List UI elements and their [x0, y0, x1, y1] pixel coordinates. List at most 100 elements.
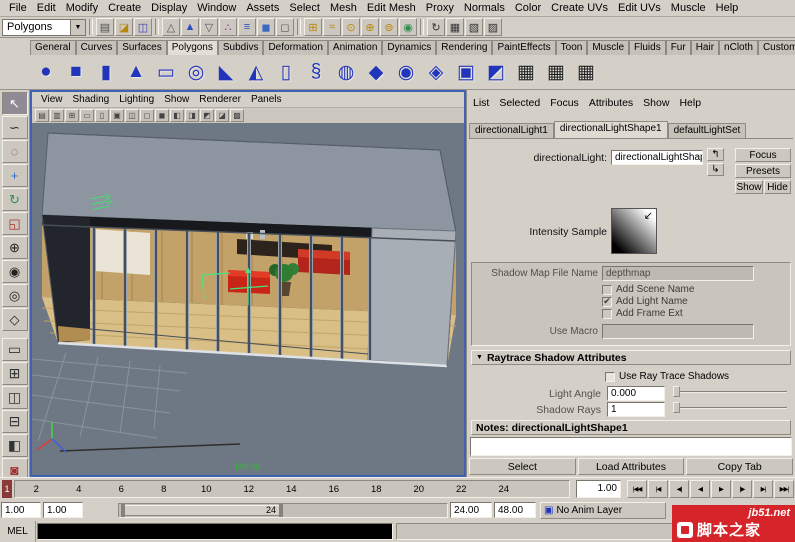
two-pane-side-layout-icon[interactable]: ◫ — [2, 386, 28, 409]
menubar-item[interactable]: Color — [510, 1, 546, 15]
split-polygon-icon[interactable]: ◩ — [482, 58, 510, 86]
two-pane-stacked-layout-icon[interactable]: ⊟ — [2, 410, 28, 433]
snap-point-icon[interactable]: ⊙ — [342, 18, 360, 36]
snap-grid-icon[interactable]: ⊞ — [304, 18, 322, 36]
play-backward-button[interactable]: ◀ — [690, 480, 710, 498]
attribute-editor-menu-item[interactable]: Selected — [499, 97, 550, 109]
shelf-tab[interactable]: Muscle — [587, 40, 629, 55]
shadow-rays-slider[interactable] — [673, 402, 787, 414]
menubar-item[interactable]: Proxy — [421, 1, 459, 15]
command-input[interactable] — [37, 523, 393, 540]
raytrace-section-header[interactable]: ▼ Raytrace Shadow Attributes — [471, 350, 791, 365]
add-light-name-checkbox[interactable]: ✔ Add Light Name — [602, 296, 688, 307]
playback-range-bar[interactable]: 24 — [121, 505, 283, 516]
grid-toggle-icon[interactable]: ⊞ — [65, 109, 79, 122]
poly-prism-icon[interactable]: ◣ — [212, 58, 240, 86]
load-attributes-button[interactable]: Load Attributes — [578, 458, 685, 475]
poly-pipe-icon[interactable]: ▯ — [272, 58, 300, 86]
intensity-sample-swatch[interactable]: ↙ — [611, 208, 657, 254]
checker-sphere-icon[interactable]: ▦ — [572, 58, 600, 86]
shelf-tab[interactable]: Custom — [758, 40, 795, 55]
poly-helix-icon[interactable]: § — [302, 58, 330, 86]
shelf-tab[interactable]: Rendering — [436, 40, 492, 55]
animation-end-field[interactable]: 48.00 — [494, 502, 536, 518]
combine-mesh-icon[interactable]: ◈ — [422, 58, 450, 86]
step-forward-key-button[interactable]: |▶ — [732, 480, 752, 498]
range-slider[interactable]: 24 — [118, 503, 448, 518]
add-frame-ext-checkbox[interactable]: Add Frame Ext — [602, 308, 683, 319]
scale-tool-icon[interactable]: ◱ — [2, 212, 28, 235]
snap-view-icon[interactable]: ⊕ — [361, 18, 379, 36]
playback-end-field[interactable]: 24.00 — [450, 502, 492, 518]
attribute-editor-tab[interactable]: directionalLightShape1 — [554, 121, 668, 138]
menubar-item[interactable]: Muscle — [666, 1, 711, 15]
light-angle-slider[interactable] — [673, 386, 787, 398]
directional-light-name-field[interactable]: directionalLightShape1 — [611, 150, 703, 165]
select-faces-mask-icon[interactable]: ◼ — [257, 18, 275, 36]
shelf-tab[interactable]: Deformation — [263, 40, 327, 55]
field-chart-icon[interactable]: ◫ — [125, 109, 139, 122]
current-time-field[interactable]: 1.00 — [576, 480, 621, 498]
select-object-icon[interactable]: ▲ — [181, 18, 199, 36]
gate-mask-icon[interactable]: ▣ — [110, 109, 124, 122]
shelf-tab[interactable]: Fur — [666, 40, 691, 55]
move-tool-icon[interactable]: + — [2, 164, 28, 187]
attribute-editor-tab[interactable]: directionalLight1 — [469, 123, 554, 138]
light-angle-field[interactable]: 0.000 — [607, 386, 665, 401]
new-scene-icon[interactable]: ▤ — [96, 18, 114, 36]
menubar-item[interactable]: Create — [103, 1, 146, 15]
select-tool-icon[interactable]: ↖ — [2, 92, 28, 115]
hypershade-persp-layout-icon[interactable]: ◙ — [2, 458, 28, 477]
go-to-start-button[interactable]: |◀◀ — [627, 480, 647, 498]
status-divider[interactable] — [420, 19, 424, 35]
menu-set-dropdown[interactable]: Polygons ▼ — [2, 19, 86, 36]
poly-platonic-icon[interactable]: ◆ — [362, 58, 390, 86]
menubar-item[interactable]: Edit UVs — [613, 1, 666, 15]
menubar-item[interactable]: Help — [711, 1, 744, 15]
shelf-tab[interactable]: Surfaces — [117, 40, 166, 55]
attribute-editor-tab[interactable]: defaultLightSet — [668, 123, 747, 138]
select-lines-mask-icon[interactable]: ≡ — [238, 18, 256, 36]
open-scene-icon[interactable]: ◪ — [115, 18, 133, 36]
notes-textarea[interactable] — [470, 437, 792, 456]
status-divider[interactable] — [297, 19, 301, 35]
poly-sphere-icon[interactable]: ● — [32, 58, 60, 86]
shelf-tab[interactable]: General — [30, 40, 76, 55]
make-live-icon[interactable]: ◉ — [399, 18, 417, 36]
viewport-menu-item[interactable]: View — [36, 94, 68, 105]
textured-mode-icon[interactable]: ◩ — [200, 109, 214, 122]
time-slider-strip[interactable]: 24681012141618202224 — [14, 480, 570, 498]
attribute-editor-menu-item[interactable]: Focus — [550, 97, 589, 109]
menubar-item[interactable]: File — [4, 1, 32, 15]
step-back-frame-button[interactable]: |◀ — [648, 480, 668, 498]
menubar-item[interactable]: Normals — [459, 1, 510, 15]
step-forward-frame-button[interactable]: ▶| — [753, 480, 773, 498]
viewport-menu-item[interactable]: Shading — [68, 94, 115, 105]
poly-cube-icon[interactable]: ■ — [62, 58, 90, 86]
command-language-toggle[interactable]: MEL — [0, 521, 36, 542]
pin-tab-icon[interactable]: ↰ — [707, 148, 724, 161]
shaded-mode-icon[interactable]: ◨ — [185, 109, 199, 122]
poly-torus-icon[interactable]: ◎ — [182, 58, 210, 86]
rotate-tool-icon[interactable]: ↻ — [2, 188, 28, 211]
playback-start-field[interactable]: 1.00 — [43, 502, 83, 518]
attribute-editor-menu-item[interactable]: List — [473, 97, 499, 109]
anim-layer-dropdown[interactable]: ▣ No Anim Layer — [540, 502, 666, 519]
xray-mode-icon[interactable]: ▩ — [230, 109, 244, 122]
poly-plane-icon[interactable]: ▭ — [152, 58, 180, 86]
menubar-item[interactable]: Mesh — [325, 1, 362, 15]
checker-sphere-icon[interactable]: ▦ — [542, 58, 570, 86]
viewport-canvas[interactable]: persp — [32, 123, 464, 475]
hide-button[interactable]: Hide — [764, 180, 791, 194]
menubar-item[interactable]: Create UVs — [546, 1, 613, 15]
snap-surface-icon[interactable]: ⊚ — [380, 18, 398, 36]
slider-handle[interactable] — [673, 386, 680, 397]
menubar-item[interactable]: Modify — [61, 1, 103, 15]
paint-select-tool-icon[interactable]: ◌ — [2, 140, 28, 163]
shelf-tab[interactable]: Fluids — [629, 40, 666, 55]
slider-handle[interactable] — [673, 402, 680, 413]
soft-mod-tool-icon[interactable]: ◉ — [2, 260, 28, 283]
status-divider[interactable] — [155, 19, 159, 35]
safe-title-icon[interactable]: ◼ — [155, 109, 169, 122]
viewport-menu-item[interactable]: Lighting — [114, 94, 159, 105]
